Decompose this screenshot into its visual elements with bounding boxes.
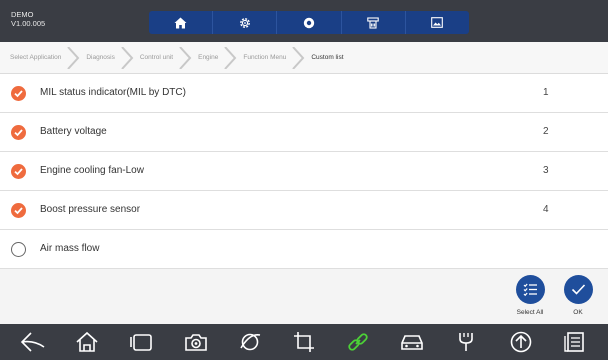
back-icon xyxy=(20,332,45,352)
breadcrumb-label: Diagnosis xyxy=(86,54,115,61)
crop-icon xyxy=(293,332,314,352)
list-item-label: Battery voltage xyxy=(40,126,107,137)
report-icon xyxy=(564,332,584,352)
breadcrumb-select-application[interactable]: Select Application xyxy=(10,46,86,69)
link-icon xyxy=(348,333,368,351)
chevron-right-icon xyxy=(121,46,134,69)
link-button[interactable] xyxy=(340,327,376,357)
image-icon xyxy=(431,17,444,28)
printer-icon xyxy=(367,16,379,29)
chevron-right-icon xyxy=(67,46,80,69)
camera-button[interactable] xyxy=(178,327,214,357)
list-item[interactable]: MIL status indicator(MIL by DTC) 1 xyxy=(0,74,608,113)
list-item-number: 4 xyxy=(543,204,549,215)
breadcrumb-function-menu[interactable]: Function Menu xyxy=(243,46,311,69)
select-all-button[interactable]: Select All xyxy=(513,275,547,316)
vehicle-button[interactable] xyxy=(394,327,430,357)
app-version: V1.00.005 xyxy=(11,19,46,28)
breadcrumb-diagnosis[interactable]: Diagnosis xyxy=(86,46,140,69)
breadcrumb-label: Control unit xyxy=(139,54,174,61)
breadcrumb-label: Engine xyxy=(198,54,219,61)
ok-label: OK xyxy=(573,309,583,316)
checkbox-unchecked-icon[interactable] xyxy=(11,242,26,257)
list-item-number: 1 xyxy=(543,87,549,98)
list-item[interactable]: Battery voltage 2 xyxy=(0,113,608,152)
app-name: DEMO xyxy=(11,10,34,19)
list-item[interactable]: Air mass flow xyxy=(0,230,608,269)
screenshot-button[interactable] xyxy=(406,11,469,34)
gear-icon xyxy=(239,17,250,28)
chevron-right-icon xyxy=(224,46,237,69)
checkbox-checked-icon[interactable] xyxy=(11,164,26,179)
list-item-number: 3 xyxy=(543,165,549,176)
list-item-label: Air mass flow xyxy=(40,243,100,254)
action-bar: Select All OK xyxy=(0,268,608,324)
record-icon xyxy=(303,17,315,28)
crop-button[interactable] xyxy=(286,327,322,357)
upload-icon xyxy=(510,331,531,353)
breadcrumb-control-unit[interactable]: Control unit xyxy=(139,46,198,69)
browser-button[interactable] xyxy=(232,327,268,357)
custom-list: MIL status indicator(MIL by DTC) 1 Batte… xyxy=(0,74,608,269)
breadcrumb-engine[interactable]: Engine xyxy=(198,46,243,69)
tools-icon xyxy=(459,333,474,351)
checkbox-checked-icon[interactable] xyxy=(11,203,26,218)
select-all-label: Select All xyxy=(516,309,544,316)
home-nav-button[interactable] xyxy=(69,327,105,357)
list-item[interactable]: Boost pressure sensor 4 xyxy=(0,191,608,230)
recent-apps-icon xyxy=(130,334,153,351)
browser-icon xyxy=(240,333,260,351)
breadcrumb-label: Select Application xyxy=(10,54,62,61)
home-icon xyxy=(174,17,187,28)
checkbox-checked-icon[interactable] xyxy=(11,125,26,140)
camera-icon xyxy=(184,334,207,351)
print-button[interactable] xyxy=(342,11,406,34)
record-button[interactable] xyxy=(277,11,342,34)
list-item-label: Boost pressure sensor xyxy=(40,204,141,215)
home-button[interactable] xyxy=(149,11,214,34)
list-item-label: MIL status indicator(MIL by DTC) xyxy=(40,87,186,98)
settings-button[interactable] xyxy=(213,11,278,34)
breadcrumb-custom-list: Custom list xyxy=(311,54,343,61)
list-item-label: Engine cooling fan-Low xyxy=(40,165,144,176)
upload-button[interactable] xyxy=(503,327,539,357)
chevron-right-icon xyxy=(179,46,192,69)
car-icon xyxy=(401,335,424,350)
tools-button[interactable] xyxy=(448,327,484,357)
breadcrumb-label: Function Menu xyxy=(243,54,287,61)
back-button[interactable] xyxy=(15,327,51,357)
home-icon xyxy=(76,331,98,352)
breadcrumb: Select Application Diagnosis Control uni… xyxy=(0,42,608,74)
recent-apps-button[interactable] xyxy=(123,327,159,357)
toolbar xyxy=(149,11,469,34)
checkmark-icon xyxy=(563,275,593,304)
app-title: DEMO V1.00.005 xyxy=(11,10,45,28)
chevron-right-icon xyxy=(292,46,305,69)
list-item-number: 2 xyxy=(543,126,549,137)
breadcrumb-label: Custom list xyxy=(311,54,344,61)
report-button[interactable] xyxy=(557,327,593,357)
list-item[interactable]: Engine cooling fan-Low 3 xyxy=(0,152,608,191)
top-bar: DEMO V1.00.005 xyxy=(0,0,608,42)
select-all-icon xyxy=(515,275,545,304)
ok-button[interactable]: OK xyxy=(561,275,595,316)
navigation-bar xyxy=(0,324,608,360)
checkbox-checked-icon[interactable] xyxy=(11,86,26,101)
